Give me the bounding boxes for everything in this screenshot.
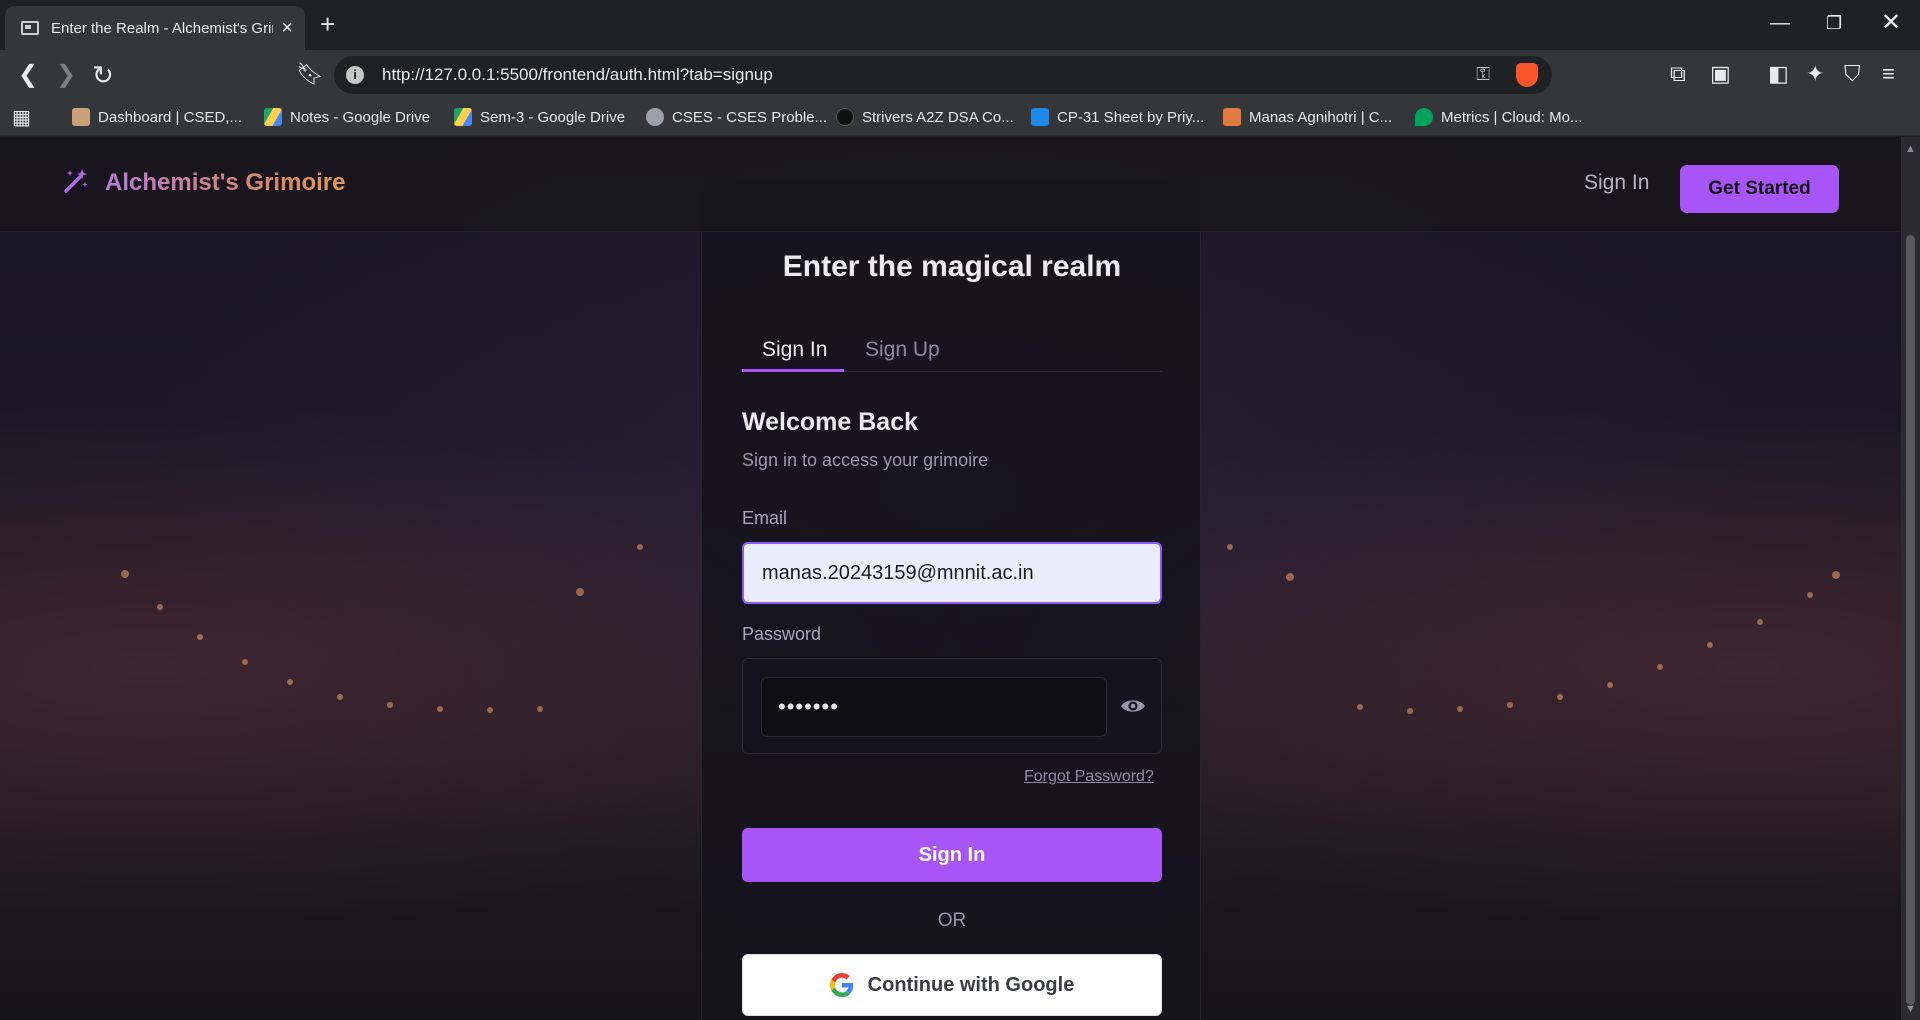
magic-wand-icon	[64, 169, 88, 193]
auth-tabs: Sign In Sign Up	[742, 332, 1162, 372]
apps-grid-icon[interactable]: ▦	[12, 108, 31, 128]
window-close-icon[interactable]: ✕	[1881, 10, 1901, 36]
password-container	[742, 658, 1162, 754]
restore-icon[interactable]: ❐	[1826, 10, 1842, 36]
welcome-heading: Welcome Back	[742, 408, 919, 436]
card-heading: Enter the magical realm	[782, 250, 1122, 283]
tuf-icon	[836, 108, 854, 126]
continue-with-google-button[interactable]: Continue with Google	[742, 954, 1162, 1016]
page-viewport: Enter the magical realm Sign In Sign Up …	[0, 137, 1901, 1020]
browser-tabstrip: Enter the Realm - Alchemist's Grimoire ×…	[0, 0, 1920, 50]
google-drive-icon	[454, 108, 472, 126]
browser-tab[interactable]: Enter the Realm - Alchemist's Grimoire ×	[5, 6, 305, 50]
brand-name[interactable]: Alchemist's Grimoire	[105, 169, 345, 197]
bookmark-item[interactable]: Dashboard | CSED,...	[72, 108, 242, 126]
leo-ai-icon[interactable]: ✦	[1806, 62, 1824, 86]
bookmark-favicon-icon	[72, 108, 90, 126]
bookmark-label: Notes - Google Drive	[290, 108, 431, 126]
google-g-icon	[829, 973, 853, 997]
bookmark-label: Sem-3 - Google Drive	[480, 108, 626, 126]
bookmark-label: Strivers A2Z DSA Co...	[862, 108, 1014, 126]
bookmark-item[interactable]: Strivers A2Z DSA Co...	[836, 108, 1014, 126]
back-icon[interactable]: ❮	[18, 62, 38, 88]
google-button-label: Continue with Google	[867, 973, 1075, 996]
sidebar-icon[interactable]: ◧	[1768, 62, 1789, 86]
reader-icon[interactable]: ▣	[1710, 62, 1731, 86]
bookmark-item[interactable]: Notes - Google Drive	[264, 108, 430, 126]
reload-icon[interactable]: ↻	[92, 62, 114, 88]
bookmark-item[interactable]: CSES - CSES Proble...	[646, 108, 827, 126]
active-tab-indicator	[742, 369, 844, 372]
bookmark-label: CP-31 Sheet by Priy...	[1057, 108, 1205, 126]
bookmark-item[interactable]: Manas Agnihotri | C...	[1223, 108, 1392, 126]
bookmark-item[interactable]: CP-31 Sheet by Priy...	[1031, 108, 1204, 126]
brave-shield-icon[interactable]	[1516, 63, 1538, 87]
address-bar[interactable]: i http://127.0.0.1:5500/frontend/auth.ht…	[334, 56, 1552, 94]
scroll-down-icon[interactable]: ▼	[1905, 1003, 1916, 1015]
password-label: Password	[742, 624, 822, 644]
tab-favicon-icon	[21, 21, 39, 35]
globe-icon	[646, 108, 664, 126]
get-started-button[interactable]: Get Started	[1680, 165, 1839, 213]
bookmark-label: Dashboard | CSED,...	[98, 108, 242, 126]
minimize-icon[interactable]: —	[1770, 10, 1790, 36]
cp31-icon	[1031, 108, 1049, 126]
address-url[interactable]: http://127.0.0.1:5500/frontend/auth.html…	[382, 65, 773, 85]
mongodb-leaf-icon	[1415, 108, 1433, 126]
email-label: Email	[742, 508, 788, 528]
tab-sign-in[interactable]: Sign In	[762, 338, 827, 362]
profile-icon	[1223, 108, 1241, 126]
vpn-shield-icon[interactable]: ⛉	[1844, 62, 1861, 86]
welcome-subtitle: Sign in to access your grimoire	[742, 450, 989, 470]
sign-in-button[interactable]: Sign In	[742, 828, 1162, 882]
auth-card: Enter the magical realm Sign In Sign Up …	[701, 177, 1201, 1020]
page-scrollbar[interactable]: ▲ ▼	[1901, 137, 1920, 1020]
bookmark-label: Metrics | Cloud: Mo...	[1441, 108, 1583, 126]
tab-close-icon[interactable]: ×	[281, 18, 293, 38]
password-field[interactable]	[761, 677, 1107, 737]
scroll-up-icon[interactable]: ▲	[1905, 143, 1916, 155]
tab-sign-up[interactable]: Sign Up	[865, 338, 940, 362]
forward-icon[interactable]: ❯	[56, 62, 76, 88]
site-info-icon[interactable]: i	[346, 66, 364, 84]
google-drive-icon	[264, 108, 282, 126]
show-password-eye-icon[interactable]	[1120, 695, 1146, 717]
site-header: Alchemist's Grimoire Sign In Get Started	[0, 137, 1901, 232]
new-tab-icon[interactable]: +	[320, 10, 335, 38]
bookmark-label: CSES - CSES Proble...	[672, 108, 828, 126]
bookmarks-bar: ▦ Dashboard | CSED,... Notes - Google Dr…	[0, 100, 1920, 136]
tab-title: Enter the Realm - Alchemist's Grimoire	[51, 19, 273, 37]
bookmark-item[interactable]: Metrics | Cloud: Mo...	[1415, 108, 1582, 126]
bookmark-item[interactable]: Sem-3 - Google Drive	[454, 108, 625, 126]
email-field[interactable]	[742, 542, 1162, 604]
header-sign-in-link[interactable]: Sign In	[1584, 171, 1649, 195]
menu-icon[interactable]: ≡	[1882, 62, 1895, 86]
bookmark-label: Manas Agnihotri | C...	[1249, 108, 1393, 126]
scrollbar-thumb[interactable]	[1906, 235, 1915, 1005]
forgot-password-link[interactable]: Forgot Password?	[1024, 768, 1154, 786]
extensions-icon[interactable]: ⧉	[1670, 62, 1686, 86]
or-divider: OR	[937, 910, 967, 931]
key-icon[interactable]: ⚿	[1476, 64, 1490, 85]
bookmark-page-icon[interactable]: 🔖︎	[296, 61, 324, 87]
